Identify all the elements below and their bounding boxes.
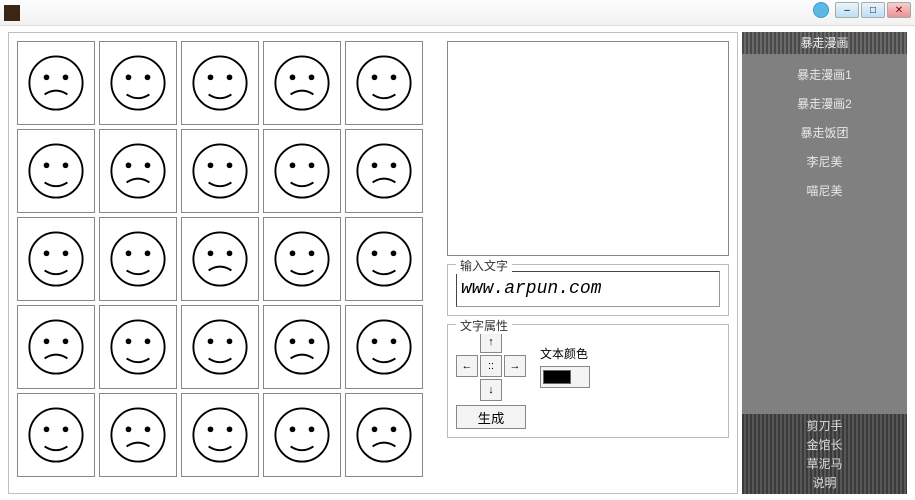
text-input[interactable] (456, 271, 720, 307)
text-input-group: 输入文字 (447, 264, 729, 316)
face-19[interactable] (263, 305, 341, 389)
text-input-legend: 输入文字 (456, 257, 512, 274)
face-25[interactable] (345, 393, 423, 477)
arrow-right-button[interactable]: → (504, 355, 526, 377)
face-10[interactable] (345, 129, 423, 213)
face-09[interactable] (263, 129, 341, 213)
face-03[interactable] (181, 41, 259, 125)
arrow-up-button[interactable]: ↑ (480, 331, 502, 353)
color-swatch (543, 370, 571, 384)
sidebar: 暴走漫画 暴走漫画1暴走漫画2暴走饭团李尼美喵尼美 剪刀手金馆长草泥马说明 (742, 32, 907, 494)
face-24[interactable] (263, 393, 341, 477)
face-22[interactable] (99, 393, 177, 477)
face-grid (17, 41, 437, 485)
face-21[interactable] (17, 393, 95, 477)
sidebar-item-1[interactable]: 暴走漫画2 (742, 89, 907, 118)
help-icon[interactable] (813, 2, 829, 18)
face-04[interactable] (263, 41, 341, 125)
text-color-label: 文本颜色 (540, 345, 588, 362)
face-07[interactable] (99, 129, 177, 213)
direction-pad: ↑ ← :: → ↓ (456, 331, 526, 401)
preview-canvas (447, 41, 729, 256)
face-20[interactable] (345, 305, 423, 389)
sidebar-item-4[interactable]: 喵尼美 (742, 176, 907, 205)
app-icon (4, 5, 20, 21)
sidebar-footer-item-1[interactable]: 金馆长 (806, 436, 842, 453)
sidebar-footer-item-3[interactable]: 说明 (812, 474, 836, 491)
face-05[interactable] (345, 41, 423, 125)
titlebar: – □ ✕ (0, 0, 915, 26)
sidebar-item-2[interactable]: 暴走饭团 (742, 118, 907, 147)
text-color-button[interactable] (540, 366, 590, 388)
arrow-left-button[interactable]: ← (456, 355, 478, 377)
face-08[interactable] (181, 129, 259, 213)
face-15[interactable] (345, 217, 423, 301)
face-11[interactable] (17, 217, 95, 301)
face-01[interactable] (17, 41, 95, 125)
face-13[interactable] (181, 217, 259, 301)
face-18[interactable] (181, 305, 259, 389)
face-14[interactable] (263, 217, 341, 301)
face-16[interactable] (17, 305, 95, 389)
close-button[interactable]: ✕ (887, 2, 911, 18)
arrow-down-button[interactable]: ↓ (480, 379, 502, 401)
text-attr-legend: 文字属性 (456, 317, 512, 334)
face-17[interactable] (99, 305, 177, 389)
minimize-button[interactable]: – (835, 2, 859, 18)
sidebar-footer-item-2[interactable]: 草泥马 (806, 455, 842, 472)
generate-button[interactable]: 生成 (456, 405, 526, 429)
face-06[interactable] (17, 129, 95, 213)
sidebar-header: 暴走漫画 (742, 32, 907, 54)
face-02[interactable] (99, 41, 177, 125)
sidebar-item-3[interactable]: 李尼美 (742, 147, 907, 176)
maximize-button[interactable]: □ (861, 2, 885, 18)
sidebar-footer-item-0[interactable]: 剪刀手 (806, 417, 842, 434)
arrow-center-button[interactable]: :: (480, 355, 502, 377)
face-12[interactable] (99, 217, 177, 301)
sidebar-item-0[interactable]: 暴走漫画1 (742, 60, 907, 89)
face-23[interactable] (181, 393, 259, 477)
main-panel: 输入文字 文字属性 ↑ ← :: → ↓ (8, 32, 738, 494)
text-attr-group: 文字属性 ↑ ← :: → ↓ 文本颜色 (447, 324, 729, 438)
